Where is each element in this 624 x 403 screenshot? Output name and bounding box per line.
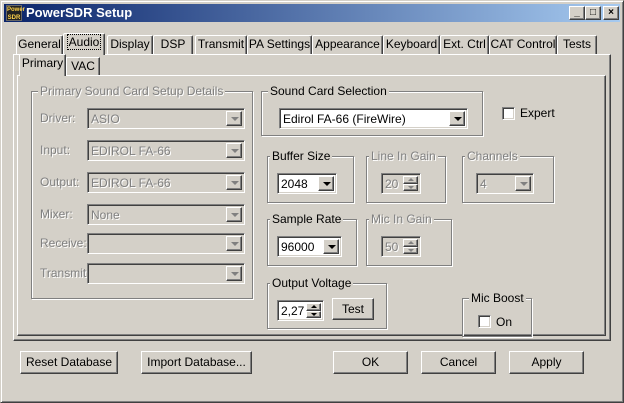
sample-rate-title: Sample Rate xyxy=(270,212,344,226)
input-value: EDIROL FA-66 xyxy=(91,144,171,158)
tab-display[interactable]: Display xyxy=(107,35,153,55)
apply-button[interactable]: Apply xyxy=(509,351,584,374)
receive-select[interactable] xyxy=(87,233,245,254)
tab-general[interactable]: General xyxy=(16,35,63,55)
sample-rate-group: Sample Rate 96000 xyxy=(267,212,357,266)
transmit-select[interactable] xyxy=(87,263,245,284)
channels-select[interactable]: 4 xyxy=(476,173,534,194)
line-in-gain-spinner[interactable]: 20 xyxy=(381,173,421,194)
output-label: Output: xyxy=(40,175,80,189)
chevron-down-icon xyxy=(226,266,242,281)
driver-label: Driver: xyxy=(40,111,76,125)
driver-value: ASIO xyxy=(91,112,120,126)
chevron-down-icon xyxy=(226,207,242,222)
ok-button[interactable]: OK xyxy=(333,351,408,374)
output-voltage-group: Output Voltage 2,27 Test xyxy=(267,276,387,329)
chevron-down-icon xyxy=(449,111,465,126)
mic-in-gain-value: 50 xyxy=(385,240,399,254)
channels-value: 4 xyxy=(480,177,487,191)
tab-dsp[interactable]: DSP xyxy=(153,35,193,55)
buffer-size-select[interactable]: 2048 xyxy=(277,173,337,194)
subtab-vac[interactable]: VAC xyxy=(66,57,100,76)
line-in-gain-group: Line In Gain 20 xyxy=(366,149,446,203)
reset-database-button[interactable]: Reset Database xyxy=(20,351,118,374)
cancel-button[interactable]: Cancel xyxy=(421,351,496,374)
expert-checkbox[interactable] xyxy=(502,107,515,120)
chevron-down-icon xyxy=(226,143,242,158)
maximize-button[interactable]: □ xyxy=(585,6,601,20)
powersdr-logo-icon: Power SDR xyxy=(6,5,26,21)
mic-boost-label: On xyxy=(496,315,513,329)
spin-down-icon[interactable] xyxy=(403,247,418,254)
close-button[interactable]: × xyxy=(603,6,619,20)
mic-boost-group: Mic Boost On xyxy=(462,291,532,337)
receive-label: Receive: xyxy=(40,236,87,250)
mic-in-gain-spinner[interactable]: 50 xyxy=(381,236,421,257)
spin-down-icon[interactable] xyxy=(306,311,321,318)
tab-transmit[interactable]: Transmit xyxy=(195,35,247,55)
tab-appearance[interactable]: Appearance xyxy=(312,35,383,55)
input-select[interactable]: EDIROL FA-66 xyxy=(87,140,245,161)
channels-title: Channels xyxy=(465,149,520,163)
details-group-title: Primary Sound Card Setup Details xyxy=(38,84,226,98)
mic-in-gain-title: Mic In Gain xyxy=(369,212,434,226)
subtab-primary[interactable]: Primary xyxy=(19,54,66,76)
chevron-down-icon xyxy=(323,239,339,254)
output-voltage-title: Output Voltage xyxy=(270,276,354,290)
chevron-down-icon xyxy=(226,111,242,126)
title-bar: Power SDR PowerSDR Setup _ □ × xyxy=(4,4,620,22)
mixer-label: Mixer: xyxy=(40,207,73,221)
channels-group: Channels 4 xyxy=(462,149,554,203)
sample-rate-value: 96000 xyxy=(281,240,315,254)
chevron-down-icon xyxy=(226,236,242,251)
buffer-size-value: 2048 xyxy=(281,177,308,191)
spin-up-icon[interactable] xyxy=(306,303,321,311)
output-voltage-value: 2,27 xyxy=(281,304,305,318)
spin-up-icon[interactable] xyxy=(403,239,418,247)
sample-rate-select[interactable]: 96000 xyxy=(277,236,342,257)
spin-down-icon[interactable] xyxy=(403,184,418,191)
tab-ext-ctrl[interactable]: Ext. Ctrl xyxy=(440,35,489,55)
test-button[interactable]: Test xyxy=(332,298,374,320)
tab-keyboard[interactable]: Keyboard xyxy=(383,35,440,55)
mixer-select[interactable]: None xyxy=(87,204,245,225)
tab-pa-settings[interactable]: PA Settings xyxy=(247,35,312,55)
spin-up-icon[interactable] xyxy=(403,176,418,184)
setup-window: Power SDR PowerSDR Setup _ □ × General A… xyxy=(0,0,624,403)
mic-boost-title: Mic Boost xyxy=(469,291,526,305)
sound-card-select[interactable]: Edirol FA-66 (FireWire) xyxy=(279,108,468,129)
chevron-down-icon xyxy=(226,175,242,190)
line-in-gain-value: 20 xyxy=(385,177,399,191)
window-title: PowerSDR Setup xyxy=(26,5,133,20)
input-label: Input: xyxy=(40,143,71,157)
tab-audio[interactable]: Audio xyxy=(63,33,105,55)
tab-tests[interactable]: Tests xyxy=(557,35,597,55)
driver-select[interactable]: ASIO xyxy=(87,108,245,129)
sound-card-value: Edirol FA-66 (FireWire) xyxy=(283,112,406,126)
minimize-button[interactable]: _ xyxy=(569,6,585,20)
line-in-gain-title: Line In Gain xyxy=(369,149,438,163)
buffer-size-group: Buffer Size 2048 xyxy=(267,149,354,203)
output-voltage-spinner[interactable]: 2,27 xyxy=(277,300,324,321)
transmit-label: Transmit: xyxy=(40,266,90,280)
sound-card-group: Sound Card Selection Edirol FA-66 (FireW… xyxy=(261,84,483,136)
chevron-down-icon xyxy=(515,176,531,191)
details-group: Primary Sound Card Setup Details Driver:… xyxy=(31,84,253,299)
primary-subtab-panel: Primary Sound Card Setup Details Driver:… xyxy=(17,75,606,337)
expert-label: Expert xyxy=(520,106,555,120)
mixer-value: None xyxy=(91,208,120,222)
output-select[interactable]: EDIROL FA-66 xyxy=(87,172,245,193)
tab-cat-control[interactable]: CAT Control xyxy=(489,35,557,55)
mic-boost-checkbox[interactable] xyxy=(478,315,491,328)
chevron-down-icon xyxy=(318,176,334,191)
sound-card-title: Sound Card Selection xyxy=(268,84,389,98)
import-database-button[interactable]: Import Database... xyxy=(141,351,252,374)
mic-in-gain-group: Mic In Gain 50 xyxy=(366,212,452,266)
buffer-size-title: Buffer Size xyxy=(270,149,333,163)
output-value: EDIROL FA-66 xyxy=(91,176,171,190)
